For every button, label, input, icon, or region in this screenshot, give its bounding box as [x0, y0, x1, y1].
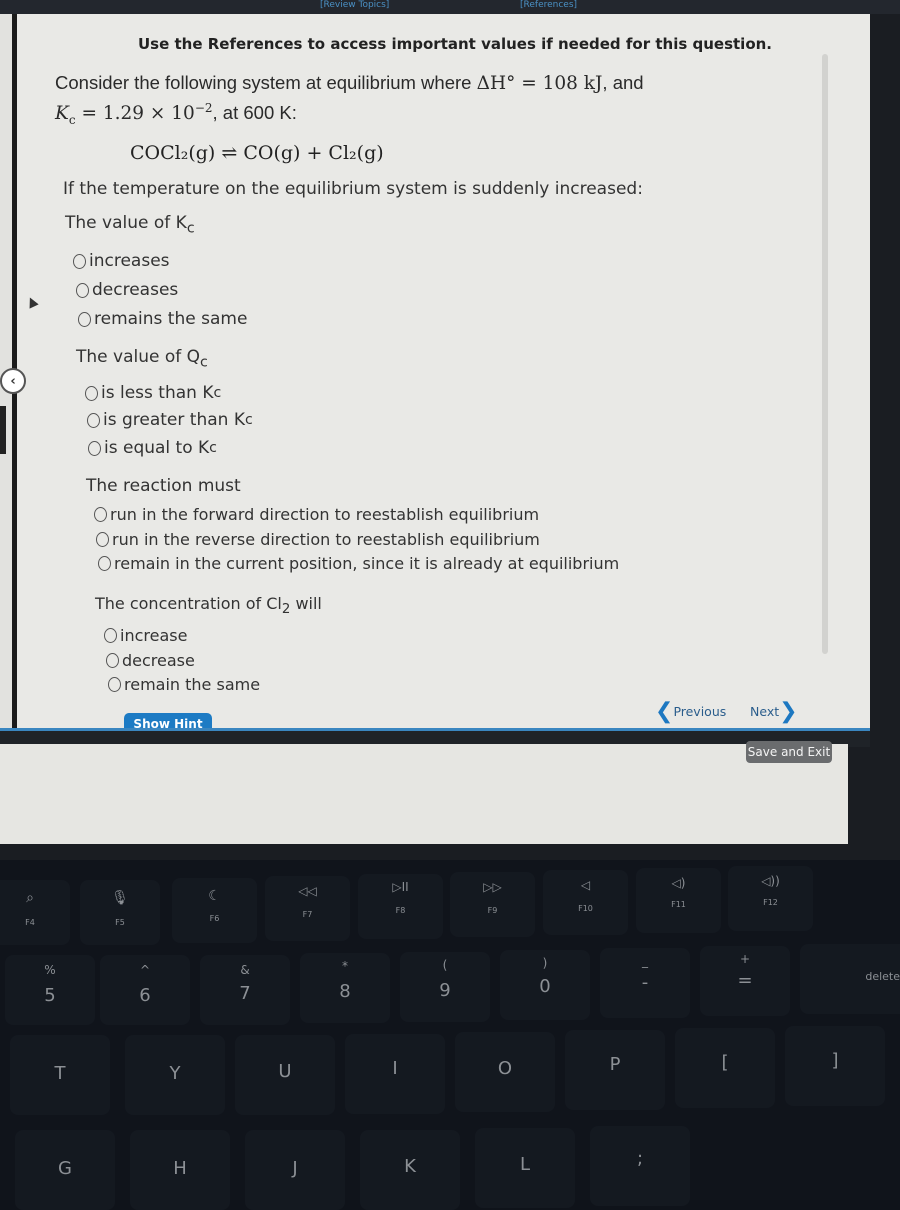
- question-cl2-label: The concentration of Cl2 will: [95, 594, 322, 618]
- key-semicolon[interactable]: ;: [590, 1126, 690, 1206]
- key-j[interactable]: J: [245, 1130, 345, 1210]
- option-cl2-decrease[interactable]: decrease: [106, 651, 195, 670]
- radio-button[interactable]: [98, 556, 111, 571]
- key-minus[interactable]: _ -: [600, 948, 690, 1018]
- radio-button[interactable]: [104, 628, 117, 643]
- key-t[interactable]: T: [10, 1035, 110, 1115]
- radio-button[interactable]: [78, 311, 91, 327]
- key-h[interactable]: H: [130, 1130, 230, 1210]
- mute-icon: ◁: [580, 878, 591, 892]
- key-f4[interactable]: ⌕ F4: [0, 880, 70, 945]
- fast-forward-icon: ▷▷: [483, 880, 502, 894]
- key-f6[interactable]: ☾ F6: [172, 878, 257, 943]
- question-reaction-label: The reaction must: [86, 476, 241, 496]
- search-icon: ⌕: [26, 890, 34, 906]
- option-forward[interactable]: run in the forward direction to reestabl…: [94, 505, 539, 524]
- save-and-exit-button[interactable]: Save and Exit: [746, 741, 832, 763]
- chemical-equation: COCl₂(g) ⇌ CO(g) + Cl₂(g): [130, 142, 384, 164]
- chevron-right-icon: ❯: [779, 699, 798, 724]
- reference-note: Use the References to access important v…: [138, 35, 772, 53]
- laptop-screen: [Review Topics] [References] ‹ Use the R…: [0, 0, 900, 860]
- key-left-bracket[interactable]: [: [675, 1028, 775, 1108]
- key-6[interactable]: ^ 6: [100, 955, 190, 1025]
- key-o[interactable]: O: [455, 1032, 555, 1112]
- option-kc-increases[interactable]: increases: [73, 251, 170, 271]
- radio-button[interactable]: [88, 440, 101, 456]
- option-kc-same[interactable]: remains the same: [78, 309, 247, 329]
- key-l[interactable]: L: [475, 1128, 575, 1208]
- key-8[interactable]: * 8: [300, 953, 390, 1023]
- key-f8[interactable]: ▷II F8: [358, 874, 443, 939]
- key-f7[interactable]: ◁◁ F7: [265, 876, 350, 941]
- volume-down-icon: ◁): [671, 876, 686, 890]
- key-7[interactable]: & 7: [200, 955, 290, 1025]
- radio-button[interactable]: [106, 653, 119, 668]
- key-equals[interactable]: + =: [700, 946, 790, 1016]
- radio-button[interactable]: [73, 253, 86, 269]
- key-f10[interactable]: ◁ F10: [543, 870, 628, 935]
- key-f5[interactable]: 🎙 F5: [80, 880, 160, 945]
- keyboard: ⌕ F4 🎙 F5 ☾ F6 ◁◁ F7 ▷II F8 ▷▷ F9 ◁ F10 ◁) F11 ◁…: [0, 860, 900, 1210]
- review-topics-tab[interactable]: [Review Topics]: [320, 0, 389, 10]
- question-qc-label: The value of Qc: [76, 347, 208, 371]
- key-f11[interactable]: ◁) F11: [636, 868, 721, 933]
- mouse-cursor-icon: [25, 295, 39, 309]
- moon-icon: ☾: [208, 888, 221, 904]
- play-pause-icon: ▷II: [392, 880, 409, 894]
- key-i[interactable]: I: [345, 1034, 445, 1114]
- option-kc-decreases[interactable]: decreases: [76, 280, 178, 300]
- option-cl2-increase[interactable]: increase: [104, 626, 187, 645]
- top-nav-bar: [Review Topics] [References]: [0, 0, 900, 14]
- key-y[interactable]: Y: [125, 1035, 225, 1115]
- chevron-left-icon: ‹: [10, 373, 16, 389]
- collapse-button[interactable]: ‹: [0, 368, 26, 394]
- question-panel: ‹ Use the References to access important…: [0, 14, 870, 742]
- next-button[interactable]: Next ❯: [750, 699, 798, 724]
- option-qc-equal[interactable]: is equal to Kc: [88, 438, 217, 458]
- rewind-icon: ◁◁: [298, 884, 317, 898]
- sidebar-marker: [0, 406, 6, 454]
- option-cl2-same[interactable]: remain the same: [108, 675, 260, 694]
- key-delete[interactable]: delete: [800, 944, 900, 1014]
- key-g[interactable]: G: [15, 1130, 115, 1210]
- references-tab[interactable]: [References]: [520, 0, 577, 10]
- key-f9[interactable]: ▷▷ F9: [450, 872, 535, 937]
- previous-button[interactable]: ❮ Previous: [655, 699, 726, 724]
- question-kc-label: The value of Kc: [65, 213, 195, 237]
- option-reverse[interactable]: run in the reverse direction to reestabl…: [96, 530, 540, 549]
- key-p[interactable]: P: [565, 1030, 665, 1110]
- radio-button[interactable]: [96, 532, 109, 547]
- microphone-icon: 🎙: [111, 890, 129, 906]
- key-9[interactable]: (9: [400, 952, 490, 1022]
- radio-button[interactable]: [108, 677, 121, 692]
- volume-up-icon: ◁)): [761, 874, 780, 888]
- chevron-left-icon: ❮: [655, 699, 674, 724]
- key-k[interactable]: K: [360, 1130, 460, 1210]
- radio-button[interactable]: [94, 507, 107, 522]
- radio-button[interactable]: [87, 412, 100, 428]
- option-qc-less[interactable]: is less than Kc: [85, 383, 221, 403]
- radio-button[interactable]: [85, 385, 98, 401]
- radio-button[interactable]: [76, 282, 89, 298]
- key-right-bracket[interactable]: ]: [785, 1026, 885, 1106]
- prompt-text: If the temperature on the equilibrium sy…: [63, 179, 643, 199]
- option-qc-greater[interactable]: is greater than Kc: [87, 410, 253, 430]
- option-remain[interactable]: remain in the current position, since it…: [98, 554, 619, 573]
- footer-area: [0, 744, 848, 844]
- key-5[interactable]: % 5: [5, 955, 95, 1025]
- question-intro: Consider the following system at equilib…: [55, 72, 644, 127]
- key-u[interactable]: U: [235, 1035, 335, 1115]
- key-0[interactable]: ) 0: [500, 950, 590, 1020]
- key-f12[interactable]: ◁)) F12: [728, 866, 813, 931]
- delta-h: ΔH° = 108 kJ: [476, 73, 603, 94]
- scrollbar[interactable]: [822, 54, 828, 654]
